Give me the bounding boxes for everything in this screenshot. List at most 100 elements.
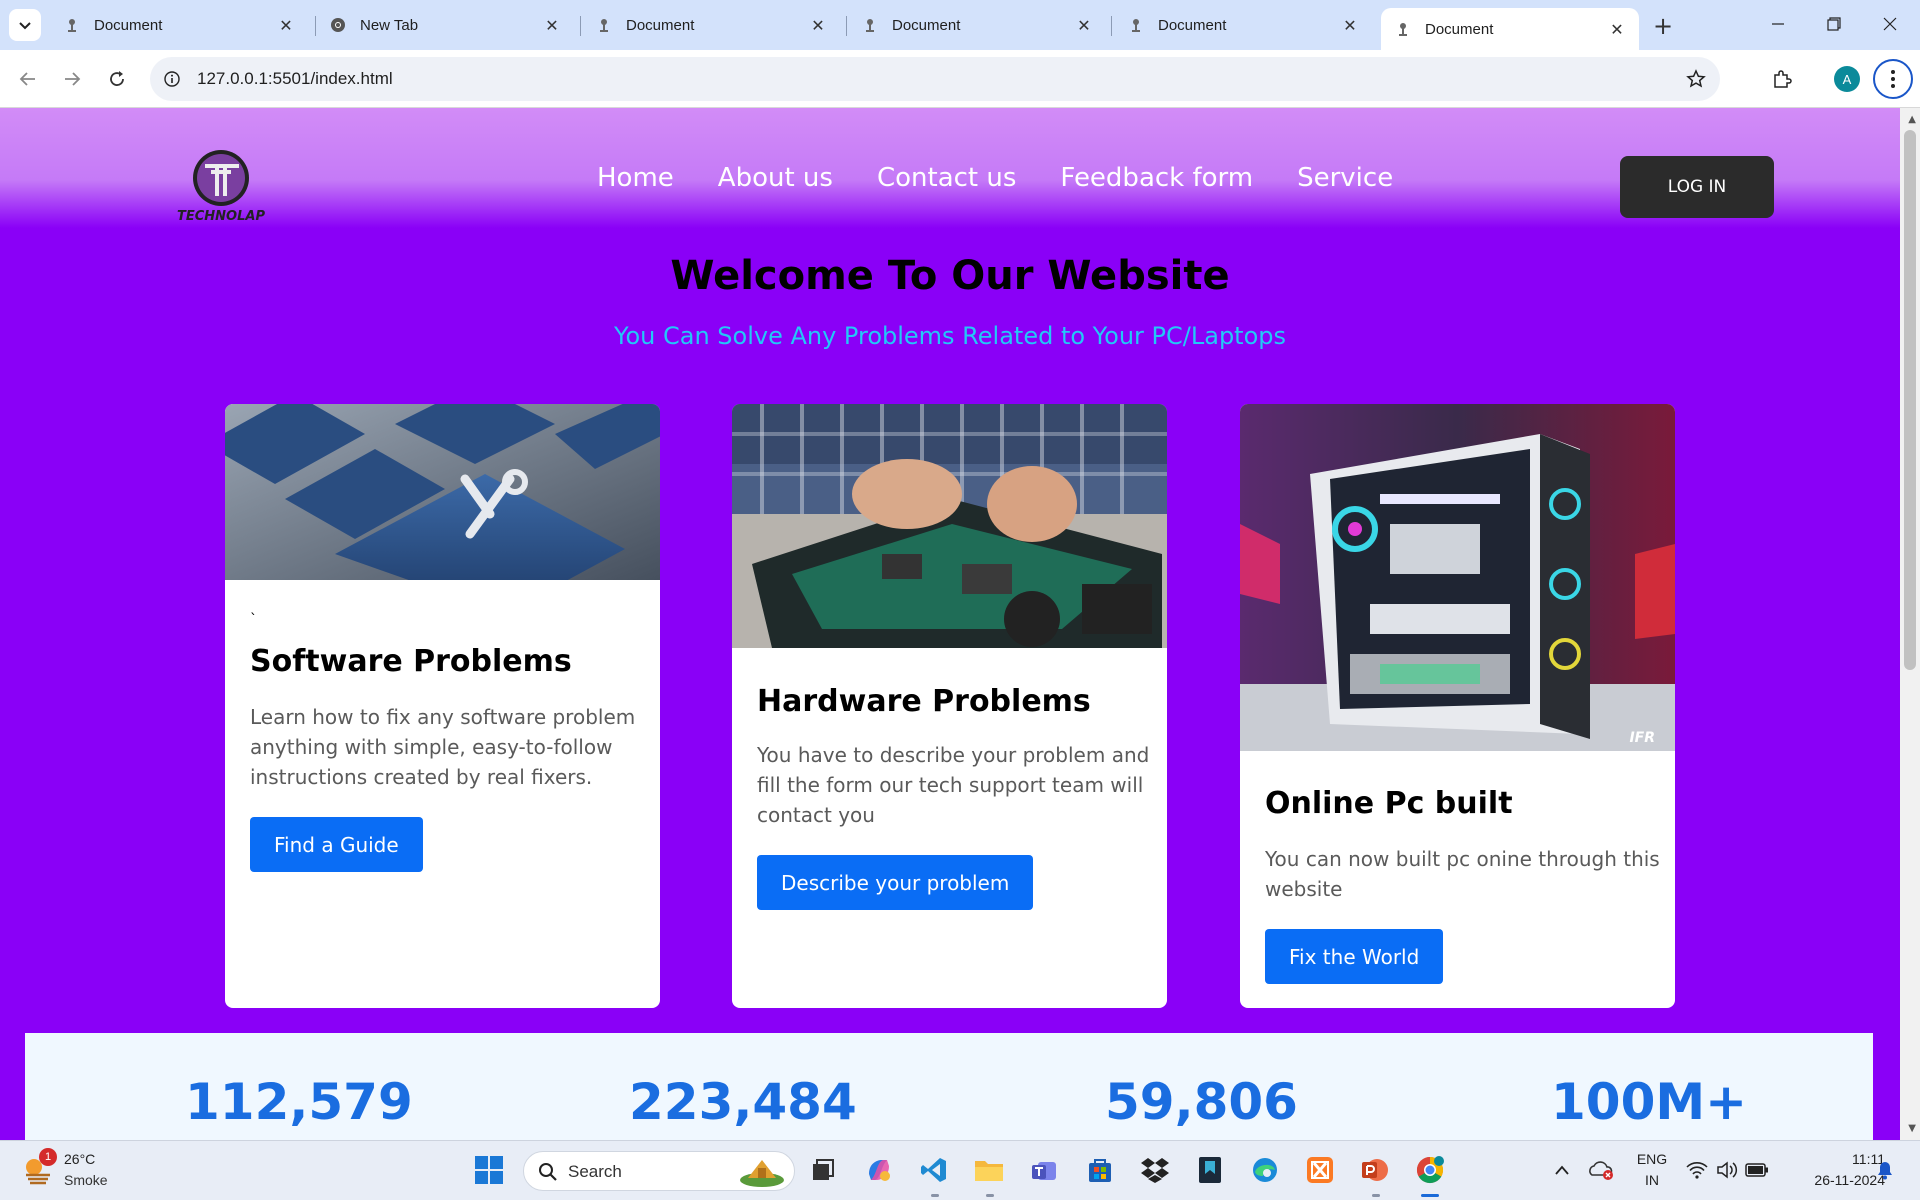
- more-vert-icon: [1891, 70, 1895, 88]
- address-bar[interactable]: 127.0.0.1:5501/index.html: [150, 57, 1720, 101]
- card-pc-build: IFR Online Pc built You can now built pc…: [1240, 404, 1675, 1008]
- tab-5[interactable]: Document ✕: [1114, 8, 1372, 42]
- start-icon[interactable]: [472, 1153, 506, 1187]
- notification-bell-icon[interactable]: [1868, 1153, 1902, 1187]
- logo-text: TECHNOLAP: [177, 209, 265, 224]
- dropbox-icon[interactable]: [1138, 1153, 1172, 1187]
- profile-avatar[interactable]: A: [1834, 66, 1860, 92]
- running-indicator: [986, 1194, 994, 1197]
- running-indicator-active: [1421, 1194, 1439, 1197]
- battery-icon[interactable]: [1740, 1153, 1774, 1187]
- image-watermark: IFR: [1629, 730, 1655, 746]
- fix-world-button[interactable]: Fix the World: [1265, 929, 1444, 984]
- language-top[interactable]: ENG: [1632, 1151, 1672, 1167]
- tab-strip: Document ✕ New Tab ✕ Document ✕ Document…: [0, 0, 1920, 50]
- chrome-icon[interactable]: [1413, 1153, 1447, 1187]
- stat-number: 223,484: [629, 1073, 857, 1131]
- tab-3[interactable]: Document ✕: [582, 8, 840, 42]
- document-favicon-icon: [596, 17, 612, 33]
- chrome-favicon-icon: [330, 17, 346, 33]
- nav-feedback-form[interactable]: Feedback form: [1060, 163, 1253, 193]
- bookmark-app-icon[interactable]: [1193, 1153, 1227, 1187]
- tab-1[interactable]: Document ✕: [50, 8, 308, 42]
- wifi-icon[interactable]: [1680, 1153, 1714, 1187]
- search-label: Search: [568, 1162, 622, 1181]
- find-guide-button[interactable]: Find a Guide: [250, 817, 423, 872]
- tab-6-active[interactable]: Document ✕: [1381, 8, 1639, 50]
- site-info-icon[interactable]: [160, 67, 184, 91]
- reload-icon: [110, 71, 124, 86]
- page-viewport: TECHNOLAP Home About us Contact us Feedb…: [0, 108, 1920, 1140]
- tab-title: Document: [1425, 20, 1494, 38]
- powerpoint-icon[interactable]: [1358, 1153, 1392, 1187]
- tab-title: Document: [892, 16, 961, 34]
- microsoft-store-icon[interactable]: [1083, 1153, 1117, 1187]
- laptop-repair-image: [732, 404, 1167, 648]
- xampp-icon[interactable]: [1303, 1153, 1337, 1187]
- card-hardware: Hardware Problems You have to describe y…: [732, 404, 1167, 1008]
- vscode-icon[interactable]: [917, 1153, 951, 1187]
- weather-condition[interactable]: Smoke: [64, 1172, 108, 1188]
- nav-service[interactable]: Service: [1297, 163, 1393, 193]
- scroll-up-icon[interactable]: ▲: [1908, 114, 1916, 125]
- taskbar-search-box[interactable]: Search: [523, 1151, 795, 1191]
- scroll-thumb[interactable]: [1904, 130, 1916, 670]
- hero-title: Welcome To Our Website: [670, 253, 1230, 299]
- stat-number: 100M+: [1551, 1073, 1748, 1131]
- back-button[interactable]: [12, 63, 44, 95]
- new-tab-button[interactable]: +: [1649, 12, 1677, 40]
- document-favicon-icon: [1395, 21, 1411, 37]
- close-tab-icon[interactable]: ✕: [808, 15, 828, 35]
- restore-icon: [1827, 17, 1841, 31]
- scroll-down-icon[interactable]: ▼: [1908, 1123, 1916, 1134]
- nav-contact-us[interactable]: Contact us: [877, 163, 1016, 193]
- weather-temperature[interactable]: 26°C: [64, 1151, 95, 1167]
- tab-title: Document: [1158, 16, 1227, 34]
- nav-home[interactable]: Home: [597, 163, 674, 193]
- file-explorer-icon[interactable]: [972, 1153, 1006, 1187]
- onedrive-offline-icon[interactable]: [1584, 1153, 1618, 1187]
- nav-about-us[interactable]: About us: [718, 163, 833, 193]
- task-view-icon[interactable]: [806, 1153, 840, 1187]
- close-tab-icon[interactable]: ✕: [1074, 15, 1094, 35]
- page-scrollbar[interactable]: ▲ ▼: [1900, 108, 1920, 1140]
- language-bottom[interactable]: IN: [1632, 1172, 1672, 1188]
- weather-alert-badge: 1: [39, 1148, 57, 1166]
- describe-problem-button[interactable]: Describe your problem: [757, 855, 1034, 910]
- show-hidden-icons[interactable]: [1545, 1153, 1579, 1187]
- document-favicon-icon: [862, 17, 878, 33]
- close-tab-icon[interactable]: ✕: [1340, 15, 1360, 35]
- browser-toolbar: 127.0.0.1:5501/index.html A: [0, 50, 1920, 108]
- bookmark-star-icon[interactable]: [1684, 67, 1708, 91]
- arrow-right-icon: [65, 72, 81, 86]
- close-tab-icon[interactable]: ✕: [276, 15, 296, 35]
- tab-separator: [1111, 16, 1112, 36]
- tab-4[interactable]: Document ✕: [848, 8, 1106, 42]
- volume-icon[interactable]: [1710, 1153, 1744, 1187]
- card-title: Hardware Problems: [757, 684, 1091, 719]
- stat-number: 112,579: [185, 1073, 413, 1131]
- close-window-button[interactable]: [1868, 8, 1912, 40]
- edge-icon[interactable]: [1248, 1153, 1282, 1187]
- restore-button[interactable]: [1812, 8, 1856, 40]
- tab-2[interactable]: New Tab ✕: [316, 8, 574, 42]
- copilot-icon[interactable]: [862, 1153, 896, 1187]
- document-favicon-icon: [1128, 17, 1144, 33]
- teams-icon[interactable]: [1027, 1153, 1061, 1187]
- close-tab-icon[interactable]: ✕: [542, 15, 562, 35]
- taskbar: 1 26°C Smoke Search ENG IN 11:11 26-11-2…: [0, 1140, 1920, 1200]
- tab-search-button[interactable]: [9, 9, 41, 41]
- close-tab-icon[interactable]: ✕: [1607, 19, 1627, 39]
- extensions-button[interactable]: [1766, 63, 1798, 95]
- login-button[interactable]: LOG IN: [1620, 156, 1774, 218]
- reload-button[interactable]: [101, 63, 133, 95]
- forward-button[interactable]: [56, 63, 88, 95]
- url-text[interactable]: 127.0.0.1:5501/index.html: [197, 69, 393, 89]
- puzzle-icon: [1774, 70, 1792, 88]
- technolap-logo[interactable]: TECHNOLAP: [165, 148, 277, 230]
- running-indicator: [931, 1194, 939, 1197]
- browser-menu-button[interactable]: [1873, 59, 1913, 99]
- card-description: You have to describe your problem and fi…: [757, 743, 1150, 827]
- hero-subtitle: You Can Solve Any Problems Related to Yo…: [613, 322, 1287, 350]
- minimize-button[interactable]: [1756, 8, 1800, 40]
